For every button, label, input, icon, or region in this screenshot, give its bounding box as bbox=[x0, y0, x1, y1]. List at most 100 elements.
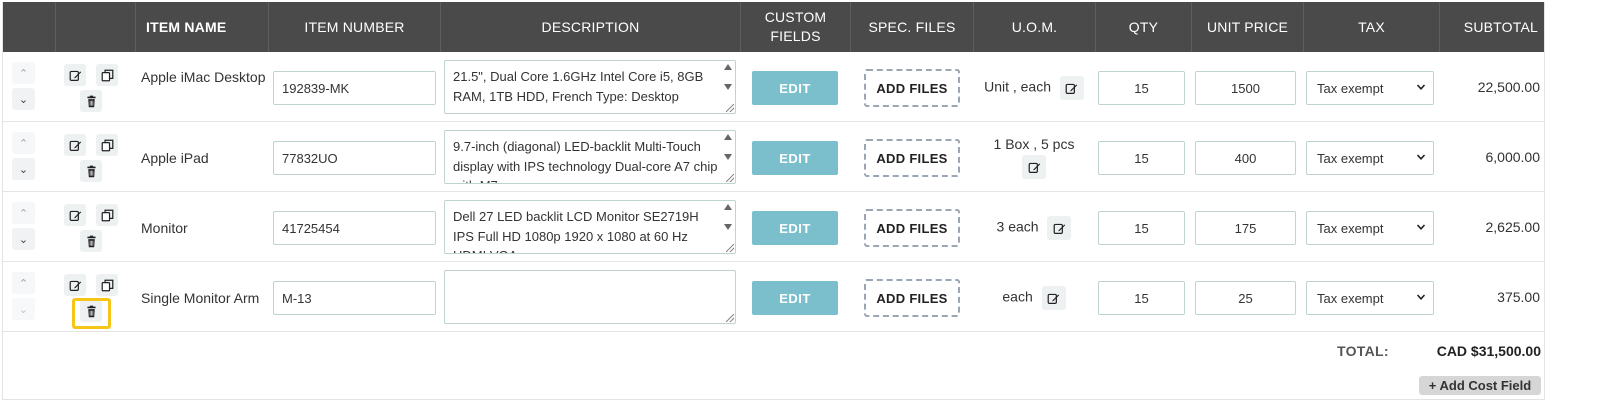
uom-cell: 1 Box , 5 pcs bbox=[973, 136, 1095, 179]
description-text: 9.7-inch (diagonal) LED-backlit Multi-To… bbox=[453, 139, 718, 183]
subtotal-value: 2,625.00 bbox=[1485, 219, 1541, 235]
chevron-up-icon: ⌃ bbox=[18, 277, 29, 290]
header-custom-fields: CUSTOM FIELDS bbox=[740, 2, 850, 52]
unit-price-input[interactable] bbox=[1195, 281, 1296, 315]
table-row: ⌃ ⌄ Monitor Dell 27 LED backlit LCD Moni… bbox=[3, 192, 1544, 262]
qty-input[interactable] bbox=[1098, 141, 1185, 175]
unit-price-input[interactable] bbox=[1195, 211, 1296, 245]
delete-item-button[interactable] bbox=[80, 160, 102, 182]
move-up-button[interactable]: ⌃ bbox=[12, 62, 35, 84]
move-up-button[interactable]: ⌃ bbox=[12, 272, 35, 294]
custom-fields-edit-button[interactable]: EDIT bbox=[752, 211, 838, 245]
edit-icon bbox=[1066, 83, 1078, 94]
header-subtotal: SUBTOTAL bbox=[1439, 2, 1544, 52]
delete-item-button[interactable] bbox=[80, 90, 102, 112]
total-value: CAD $31,500.00 bbox=[1436, 343, 1541, 359]
table-row: ⌃ ⌄ Apple iMac Desktop 21.5", Dual Core … bbox=[3, 52, 1544, 122]
tax-select[interactable]: Tax exempt bbox=[1306, 281, 1434, 315]
copy-item-button[interactable] bbox=[96, 134, 118, 156]
header-tax: TAX bbox=[1303, 2, 1439, 52]
table-header: ITEM NAME ITEM NUMBER DESCRIPTION CUSTOM… bbox=[3, 2, 1544, 52]
header-qty: QTY bbox=[1095, 2, 1191, 52]
custom-fields-edit-button[interactable]: EDIT bbox=[752, 141, 838, 175]
uom-text: each bbox=[1002, 288, 1033, 305]
copy-icon bbox=[101, 69, 113, 81]
trash-icon bbox=[86, 95, 96, 107]
tax-select[interactable]: Tax exempt bbox=[1306, 141, 1434, 175]
chevron-down-icon: ⌄ bbox=[18, 93, 29, 106]
description-text: 21.5", Dual Core 1.6GHz Intel Core i5, 8… bbox=[453, 69, 704, 104]
item-name: Apple iMac Desktop bbox=[141, 69, 266, 85]
total-label: TOTAL: bbox=[1337, 343, 1389, 359]
edit-item-button[interactable] bbox=[64, 134, 86, 156]
chevron-down-icon: ⌄ bbox=[18, 303, 29, 316]
unit-price-input[interactable] bbox=[1195, 71, 1296, 105]
tax-select[interactable]: Tax exempt bbox=[1306, 211, 1434, 245]
subtotal-value: 375.00 bbox=[1497, 289, 1540, 305]
resize-handle[interactable] bbox=[726, 244, 734, 252]
qty-input[interactable] bbox=[1098, 71, 1185, 105]
item-name: Apple iPad bbox=[141, 150, 209, 166]
description-textarea[interactable]: Dell 27 LED backlit LCD Monitor SE2719H … bbox=[444, 200, 736, 254]
copy-icon bbox=[101, 139, 113, 151]
uom-text: 3 each bbox=[996, 218, 1039, 235]
add-files-button[interactable]: ADD FILES bbox=[864, 209, 960, 247]
move-down-button[interactable]: ⌄ bbox=[12, 88, 35, 110]
edit-icon bbox=[69, 210, 81, 221]
chevron-up-icon: ⌃ bbox=[18, 137, 29, 150]
copy-icon bbox=[101, 209, 113, 221]
edit-item-button[interactable] bbox=[64, 64, 86, 86]
select-chevron-icon bbox=[1417, 84, 1425, 90]
add-files-button[interactable]: ADD FILES bbox=[864, 139, 960, 177]
item-number-input[interactable] bbox=[273, 211, 436, 245]
add-files-button[interactable]: ADD FILES bbox=[864, 279, 960, 317]
chevron-up-icon: ⌃ bbox=[18, 207, 29, 220]
line-items-table: ITEM NAME ITEM NUMBER DESCRIPTION CUSTOM… bbox=[2, 2, 1545, 400]
move-down-button[interactable]: ⌄ bbox=[12, 228, 35, 250]
uom-text: 1 Box , 5 pcs bbox=[993, 136, 1075, 152]
select-chevron-icon bbox=[1417, 154, 1425, 160]
uom-edit-button[interactable] bbox=[1041, 286, 1066, 310]
move-down-button[interactable]: ⌄ bbox=[12, 158, 35, 180]
delete-item-button[interactable] bbox=[80, 230, 102, 252]
add-files-button[interactable]: ADD FILES bbox=[864, 69, 960, 107]
header-item-name: ITEM NAME bbox=[135, 2, 268, 52]
copy-item-button[interactable] bbox=[96, 204, 118, 226]
header-unit-price: UNIT PRICE bbox=[1191, 2, 1303, 52]
uom-cell: Unit , each bbox=[973, 76, 1095, 100]
header-item-number: ITEM NUMBER bbox=[268, 2, 440, 52]
qty-input[interactable] bbox=[1098, 211, 1185, 245]
move-up-button[interactable]: ⌃ bbox=[12, 202, 35, 224]
trash-icon bbox=[86, 165, 96, 177]
uom-edit-button[interactable] bbox=[1022, 155, 1046, 179]
tax-select-value: Tax exempt bbox=[1317, 80, 1384, 96]
resize-handle[interactable] bbox=[726, 314, 734, 322]
description-textarea[interactable] bbox=[444, 270, 736, 324]
move-down-button[interactable]: ⌄ bbox=[12, 298, 35, 320]
custom-fields-edit-button[interactable]: EDIT bbox=[752, 71, 838, 105]
uom-edit-button[interactable] bbox=[1059, 76, 1084, 100]
header-move-cell bbox=[3, 2, 55, 52]
custom-fields-edit-button[interactable]: EDIT bbox=[752, 281, 838, 315]
description-textarea[interactable]: 21.5", Dual Core 1.6GHz Intel Core i5, 8… bbox=[444, 60, 736, 114]
item-number-input[interactable] bbox=[273, 281, 436, 315]
tax-select-value: Tax exempt bbox=[1317, 150, 1384, 166]
copy-item-button[interactable] bbox=[96, 274, 118, 296]
unit-price-input[interactable] bbox=[1195, 141, 1296, 175]
item-number-input[interactable] bbox=[273, 141, 436, 175]
edit-item-button[interactable] bbox=[64, 204, 86, 226]
copy-item-button[interactable] bbox=[96, 64, 118, 86]
uom-edit-button[interactable] bbox=[1047, 216, 1072, 240]
resize-handle[interactable] bbox=[726, 174, 734, 182]
resize-handle[interactable] bbox=[726, 104, 734, 112]
description-textarea[interactable]: 9.7-inch (diagonal) LED-backlit Multi-To… bbox=[444, 130, 736, 184]
subtotal-value: 6,000.00 bbox=[1485, 149, 1541, 165]
edit-icon bbox=[69, 280, 81, 291]
qty-input[interactable] bbox=[1098, 281, 1185, 315]
add-cost-field-button[interactable]: + Add Cost Field bbox=[1419, 376, 1541, 395]
move-up-button[interactable]: ⌃ bbox=[12, 132, 35, 154]
edit-item-button[interactable] bbox=[64, 274, 86, 296]
item-number-input[interactable] bbox=[273, 71, 436, 105]
chevron-down-icon: ⌄ bbox=[18, 233, 29, 246]
tax-select[interactable]: Tax exempt bbox=[1306, 71, 1434, 105]
